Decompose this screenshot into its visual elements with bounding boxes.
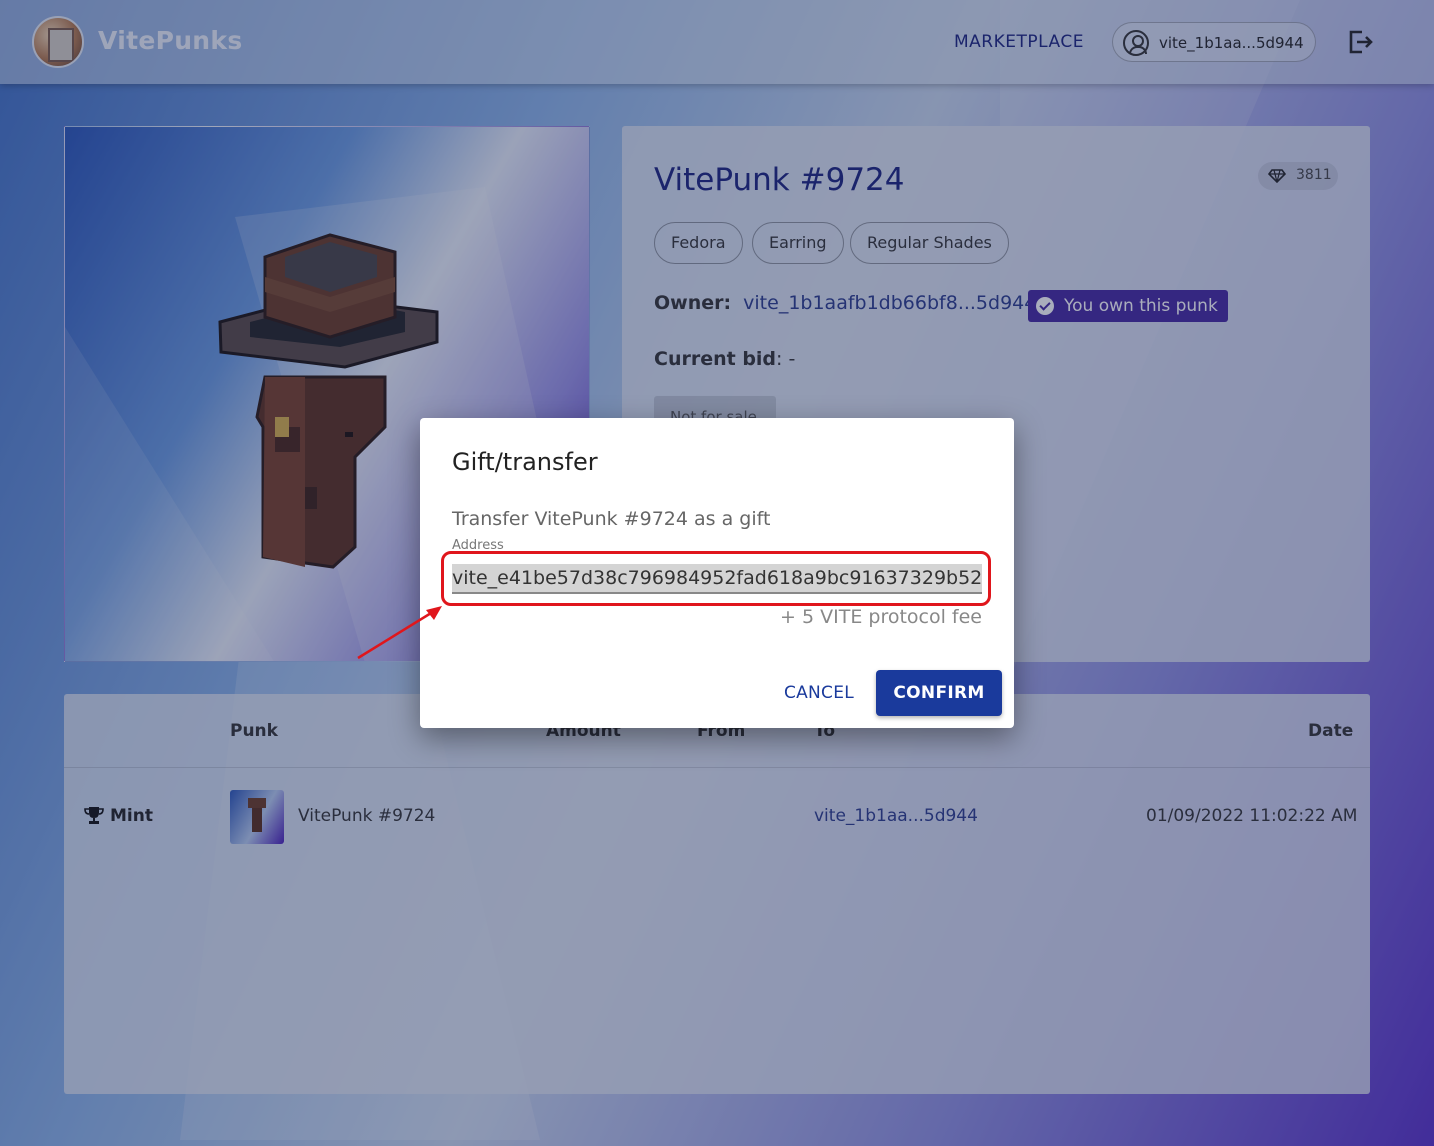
protocol-fee-note: + 5 VITE protocol fee	[780, 606, 982, 628]
dialog-description: Transfer VitePunk #9724 as a gift	[452, 508, 771, 530]
confirm-button[interactable]: CONFIRM	[876, 670, 1002, 716]
gift-transfer-dialog: Gift/transfer Transfer VitePunk #9724 as…	[420, 418, 1014, 728]
cancel-button[interactable]: CANCEL	[772, 670, 866, 716]
address-field-label: Address	[452, 538, 504, 553]
dialog-title: Gift/transfer	[452, 448, 598, 476]
address-input[interactable]	[452, 564, 982, 594]
